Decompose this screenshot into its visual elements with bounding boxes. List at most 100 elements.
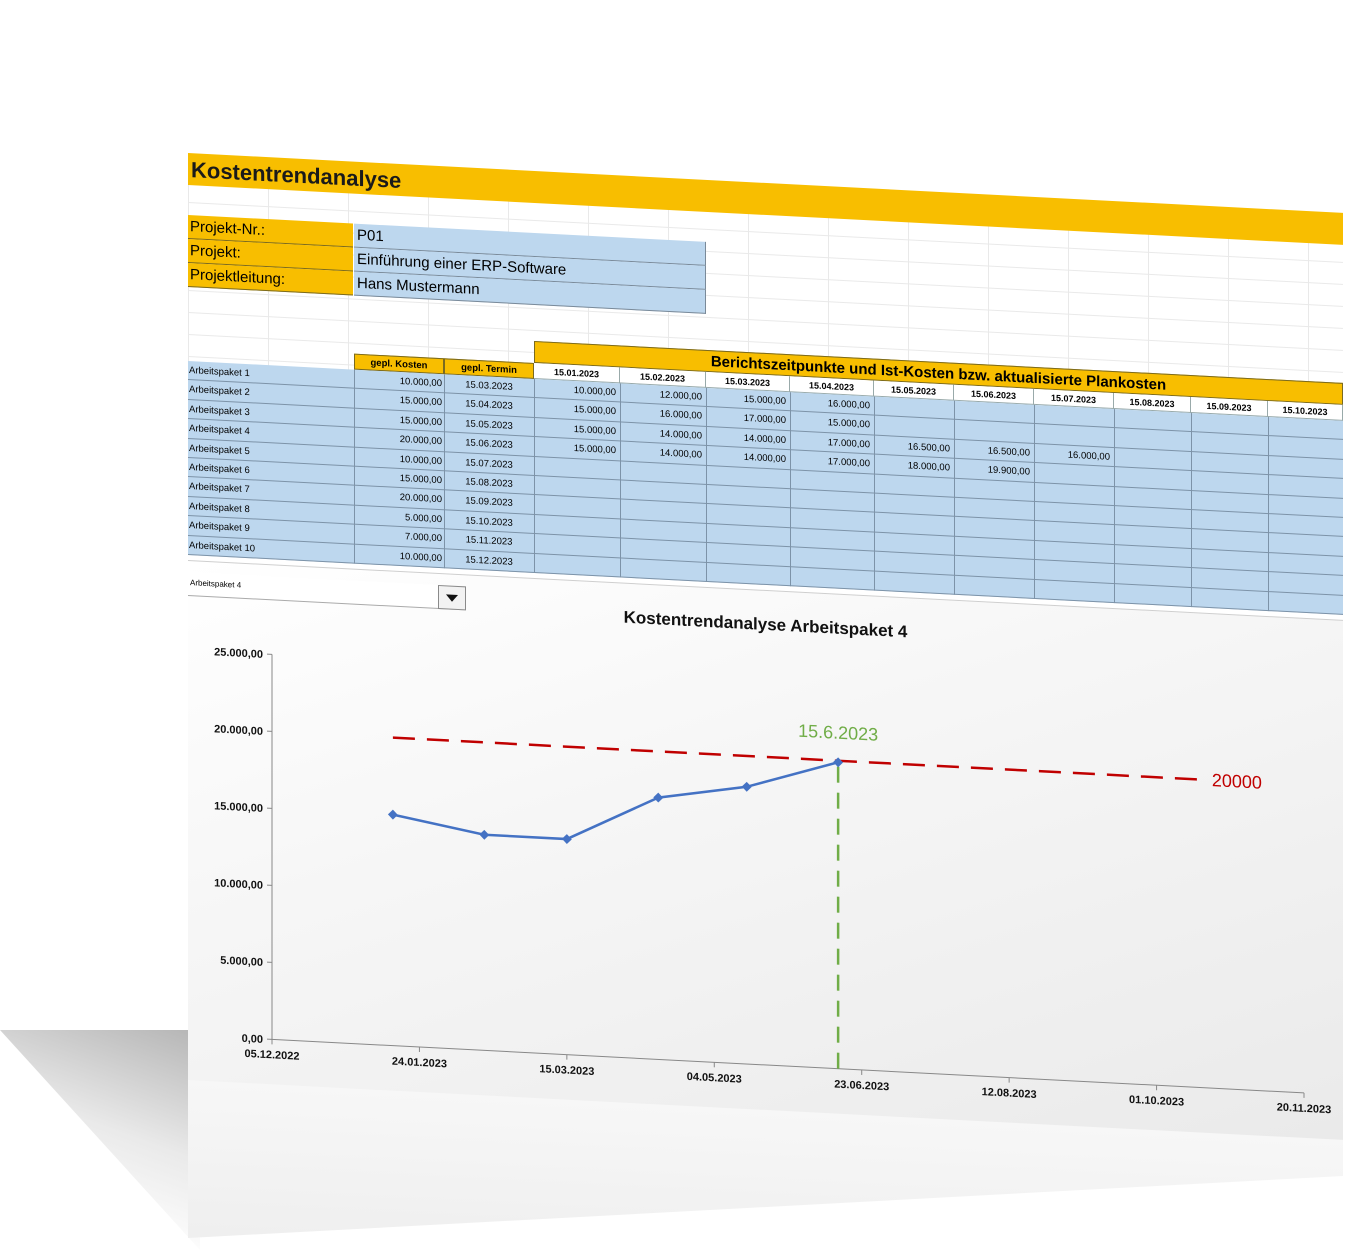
x-tick-label: 15.03.2023 bbox=[539, 1063, 594, 1078]
x-tick-label: 23.06.2023 bbox=[834, 1079, 889, 1094]
planned-cost-cell[interactable]: 10.000,00 bbox=[354, 544, 442, 567]
column-divider bbox=[954, 401, 955, 595]
report-value-cell[interactable]: 16.500,00 bbox=[874, 435, 950, 457]
y-tick-label: 0,00 bbox=[242, 1033, 263, 1046]
report-value-cell[interactable] bbox=[874, 494, 950, 516]
column-divider bbox=[534, 379, 535, 573]
report-value-cell[interactable] bbox=[1268, 495, 1339, 517]
data-point bbox=[653, 793, 663, 803]
report-value-cell[interactable] bbox=[874, 571, 950, 593]
data-point bbox=[833, 757, 843, 767]
y-tick-label: 25.000,00 bbox=[214, 646, 263, 661]
report-value-cell[interactable] bbox=[1268, 533, 1339, 555]
report-value-cell[interactable] bbox=[954, 575, 1030, 597]
deadline-label: 15.6.2023 bbox=[798, 721, 878, 745]
report-value-cell[interactable] bbox=[1191, 413, 1264, 435]
report-value-cell[interactable] bbox=[954, 498, 1030, 520]
report-value-cell[interactable] bbox=[1034, 521, 1110, 543]
report-value-cell[interactable] bbox=[1268, 417, 1339, 439]
column-divider bbox=[620, 383, 621, 577]
column-divider bbox=[1034, 405, 1035, 599]
y-tick-label: 15.000,00 bbox=[214, 800, 263, 815]
report-value-cell[interactable] bbox=[1114, 448, 1187, 470]
report-value-cell[interactable] bbox=[1268, 592, 1339, 614]
report-value-cell[interactable] bbox=[1191, 452, 1264, 474]
column-divider bbox=[1114, 409, 1115, 603]
report-value-cell[interactable] bbox=[1114, 409, 1187, 431]
report-value-cell[interactable] bbox=[954, 556, 1030, 578]
x-tick-label: 04.05.2023 bbox=[687, 1071, 742, 1086]
report-value-cell[interactable]: 16.500,00 bbox=[954, 440, 1030, 462]
report-value-cell[interactable] bbox=[874, 552, 950, 574]
report-value-cell[interactable] bbox=[1114, 506, 1187, 528]
cost-trend-chart: 0,00 5.000,00 10.000,00 15.000,00 20.000,00 2… bbox=[188, 560, 1343, 1140]
report-value-cell[interactable] bbox=[1114, 525, 1187, 547]
report-value-cell[interactable] bbox=[1191, 471, 1264, 493]
report-value-cell[interactable] bbox=[1114, 564, 1187, 586]
report-value-cell[interactable]: 19.900,00 bbox=[954, 459, 1030, 481]
data-point bbox=[742, 782, 752, 792]
x-tick-label: 12.08.2023 bbox=[982, 1086, 1037, 1101]
report-value-cell[interactable] bbox=[1191, 529, 1264, 551]
data-point bbox=[388, 810, 398, 820]
report-value-cell[interactable] bbox=[1268, 572, 1339, 594]
report-value-cell[interactable] bbox=[874, 474, 950, 496]
report-value-cell[interactable] bbox=[1114, 584, 1187, 606]
report-value-cell[interactable] bbox=[1268, 475, 1339, 497]
report-value-cell[interactable] bbox=[954, 420, 1030, 442]
report-value-cell[interactable] bbox=[1034, 560, 1110, 582]
x-tick-label: 20.11.2023 bbox=[1277, 1101, 1331, 1116]
report-value-cell[interactable] bbox=[954, 517, 1030, 539]
sheet-content: Kostentrendanalyse Projekt-Nr.: P01 Proj… bbox=[188, 0, 1343, 1241]
column-divider bbox=[706, 388, 707, 582]
report-value-cell[interactable] bbox=[874, 397, 950, 419]
report-value-cell[interactable] bbox=[1191, 568, 1264, 590]
report-value-cell[interactable] bbox=[1268, 514, 1339, 536]
report-value-cell[interactable] bbox=[1191, 491, 1264, 513]
report-value-cell[interactable] bbox=[1034, 482, 1110, 504]
report-value-cell[interactable] bbox=[706, 562, 786, 585]
report-value-cell[interactable] bbox=[874, 416, 950, 438]
report-value-cell[interactable] bbox=[954, 537, 1030, 559]
report-value-cell[interactable] bbox=[954, 401, 1030, 423]
x-tick-label: 24.01.2023 bbox=[392, 1056, 447, 1071]
report-value-cell[interactable] bbox=[1034, 463, 1110, 485]
report-value-cell[interactable] bbox=[790, 567, 870, 590]
report-value-cell[interactable] bbox=[1191, 510, 1264, 532]
report-value-cell[interactable] bbox=[1114, 487, 1187, 509]
report-value-cell[interactable] bbox=[1268, 436, 1339, 458]
data-point bbox=[479, 830, 489, 840]
report-value-cell[interactable] bbox=[1114, 428, 1187, 450]
report-value-cell[interactable] bbox=[620, 558, 702, 581]
column-divider bbox=[1191, 413, 1192, 607]
budget-label: 20000 bbox=[1212, 770, 1262, 793]
column-divider bbox=[874, 397, 875, 591]
column-divider bbox=[444, 374, 445, 568]
report-value-cell[interactable] bbox=[1268, 553, 1339, 575]
report-value-cell[interactable] bbox=[1191, 588, 1264, 610]
planned-date-cell[interactable]: 15.12.2023 bbox=[444, 549, 534, 572]
report-value-cell[interactable] bbox=[1114, 545, 1187, 567]
report-value-cell[interactable] bbox=[874, 513, 950, 535]
column-divider bbox=[790, 392, 791, 586]
spreadsheet-page: Kostentrendanalyse Projekt-Nr.: P01 Proj… bbox=[188, 0, 1343, 1241]
y-tick-label: 5.000,00 bbox=[220, 955, 263, 969]
y-tick-label: 10.000,00 bbox=[214, 877, 263, 892]
report-value-cell[interactable] bbox=[1191, 432, 1264, 454]
report-value-cell[interactable]: 18.000,00 bbox=[874, 455, 950, 477]
report-value-cell[interactable] bbox=[1114, 467, 1187, 489]
report-value-cell[interactable] bbox=[1268, 456, 1339, 478]
report-value-cell[interactable] bbox=[1034, 424, 1110, 446]
y-tick-label: 20.000,00 bbox=[214, 723, 263, 738]
report-value-cell[interactable] bbox=[874, 532, 950, 554]
page-shadow bbox=[0, 1030, 200, 1250]
x-tick-label: 05.12.2022 bbox=[244, 1048, 299, 1063]
x-tick-label: 01.10.2023 bbox=[1129, 1094, 1184, 1109]
data-point bbox=[562, 834, 572, 844]
column-divider bbox=[1268, 417, 1269, 611]
column-divider bbox=[354, 370, 355, 564]
report-value-cell[interactable] bbox=[954, 478, 1030, 500]
report-value-cell[interactable] bbox=[1191, 549, 1264, 571]
report-value-cell[interactable] bbox=[1034, 579, 1110, 601]
report-value-cell[interactable] bbox=[534, 554, 616, 577]
